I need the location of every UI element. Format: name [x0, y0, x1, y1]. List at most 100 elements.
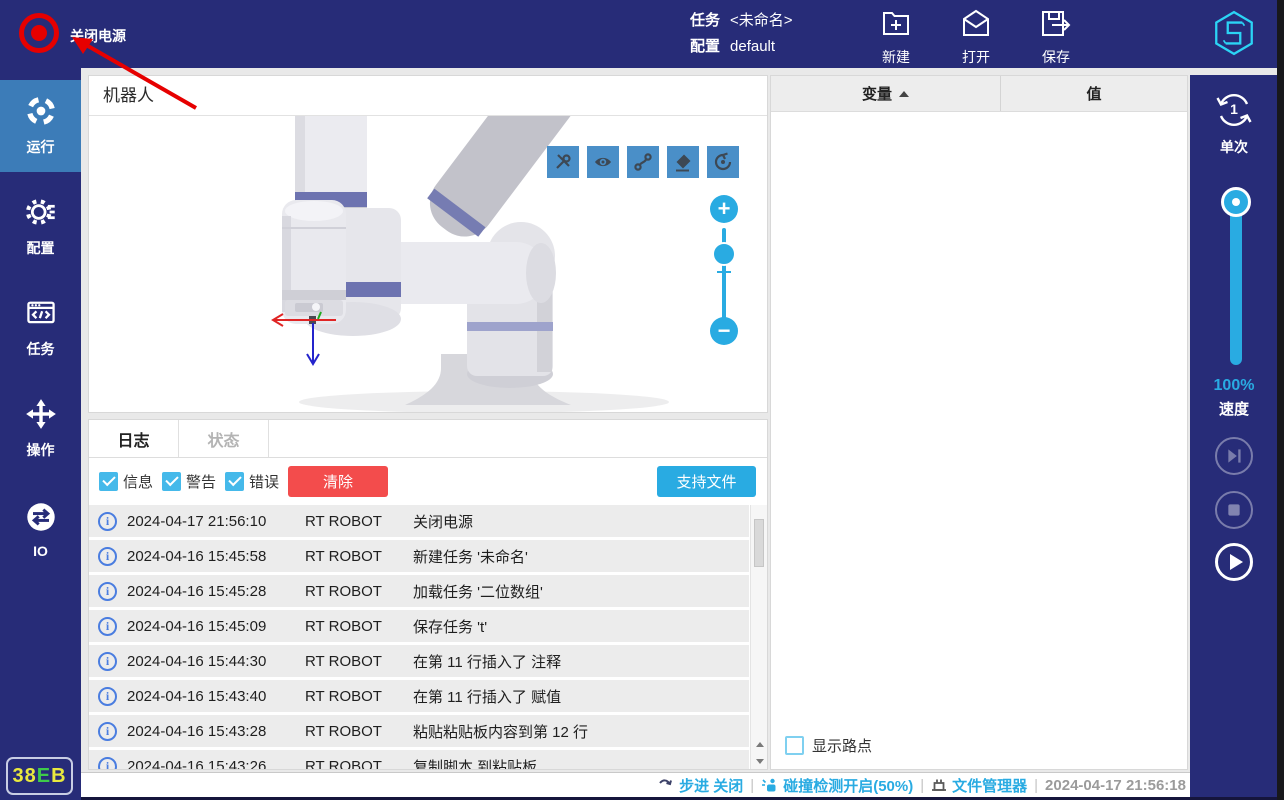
log-message: 在第 11 行插入了 赋值 — [413, 686, 561, 707]
log-source: RT ROBOT — [305, 653, 413, 670]
brand-logo-icon — [1210, 8, 1258, 63]
log-time: 2024-04-16 15:43:40 — [127, 688, 305, 705]
separator: | — [1034, 777, 1038, 794]
window-right-edge — [1277, 0, 1284, 800]
collision-detection-status[interactable]: 碰撞检测开启(50%) — [761, 775, 913, 796]
log-message: 保存任务 't' — [413, 616, 487, 637]
power-button[interactable] — [19, 13, 59, 53]
log-message: 粘贴粘贴板内容到第 12 行 — [413, 721, 588, 742]
play-button[interactable] — [1215, 543, 1253, 581]
sidebar-item-label: 操作 — [27, 440, 55, 460]
zoom-slider-knob[interactable] — [712, 242, 736, 266]
reset-view-button[interactable] — [707, 146, 739, 178]
badge-part-3: B — [51, 765, 66, 788]
task-value: <未命名> — [730, 12, 793, 29]
sidebar-item-label: IO — [33, 543, 48, 559]
save-task-button[interactable]: 保存 — [1038, 6, 1074, 67]
checkbox-checked-icon — [162, 472, 181, 491]
visibility-button[interactable] — [587, 146, 619, 178]
scroll-down-button[interactable] — [751, 753, 767, 769]
status-bar: 步进 关闭 | 碰撞检测开启(50%) | 文件管理器 | 2024-04-17… — [81, 772, 1190, 797]
value-column-label: 值 — [1086, 83, 1101, 104]
path-button[interactable] — [627, 146, 659, 178]
variable-column-header[interactable]: 变量 — [771, 76, 1001, 111]
log-scrollbar[interactable] — [750, 505, 767, 769]
log-message: 复制脚本 到粘贴板 — [413, 756, 537, 770]
info-icon — [98, 757, 117, 770]
new-task-button[interactable]: 新建 — [878, 6, 914, 67]
single-run-mode-button[interactable]: 1 — [1211, 87, 1257, 133]
tab-status[interactable]: 状态 — [179, 420, 269, 457]
config-row: 配置default — [690, 34, 793, 60]
tab-log[interactable]: 日志 — [89, 420, 179, 457]
stop-button[interactable] — [1215, 491, 1253, 529]
info-icon — [98, 582, 117, 601]
support-file-button[interactable]: 支持文件 — [657, 466, 756, 497]
show-waypoints-label: 显示路点 — [812, 735, 872, 756]
move-arrows-icon — [25, 398, 57, 433]
robot-3d-viewport[interactable]: + − — [89, 116, 767, 412]
scrollbar-thumb[interactable] — [754, 519, 764, 567]
log-time: 2024-04-16 15:43:26 — [127, 758, 305, 770]
variable-column-label: 变量 — [862, 83, 892, 104]
filter-warning-checkbox[interactable]: 警告 — [162, 471, 216, 492]
log-time: 2024-04-16 15:45:09 — [127, 618, 305, 635]
log-message: 加载任务 '二位数组' — [413, 581, 543, 602]
status-code-badge[interactable]: 38EB — [6, 757, 73, 795]
power-button-label: 关闭电源 — [70, 26, 126, 46]
sidebar-item-run[interactable]: 运行 — [0, 80, 81, 172]
zoom-out-button[interactable]: − — [710, 317, 738, 345]
wrench-icon — [552, 151, 574, 173]
sidebar-item-config[interactable]: 配置 — [0, 181, 81, 273]
log-row: 2024-04-16 15:45:09 RT ROBOT 保存任务 't' — [89, 610, 749, 642]
open-task-button[interactable]: 打开 — [958, 6, 994, 67]
gear-icon — [25, 196, 57, 231]
scroll-up-button[interactable] — [751, 736, 767, 752]
waypoint-path-icon — [632, 151, 654, 173]
skip-next-icon — [1217, 438, 1251, 474]
tools-button[interactable] — [547, 146, 579, 178]
sidebar-item-label: 配置 — [27, 238, 55, 258]
log-message: 在第 11 行插入了 注释 — [413, 651, 561, 672]
log-list[interactable]: 2024-04-17 21:56:10 RT ROBOT 关闭电源 2024-0… — [89, 505, 767, 769]
filter-error-checkbox[interactable]: 错误 — [225, 471, 279, 492]
log-time: 2024-04-16 15:44:30 — [127, 653, 305, 670]
checkbox-checked-icon — [225, 472, 244, 491]
robot-panel-title: 机器人 — [89, 76, 767, 116]
info-icon — [98, 687, 117, 706]
separator: | — [920, 777, 924, 794]
info-icon — [98, 547, 117, 566]
clear-log-button[interactable]: 清除 — [288, 466, 388, 497]
log-source: RT ROBOT — [305, 583, 413, 600]
log-source: RT ROBOT — [305, 548, 413, 565]
sidebar-item-task[interactable]: 任务 — [0, 282, 81, 374]
filter-info-label: 信息 — [123, 471, 153, 492]
log-source: RT ROBOT — [305, 688, 413, 705]
sidebar-item-jog[interactable]: 操作 — [0, 383, 81, 475]
log-time: 2024-04-16 15:45:28 — [127, 583, 305, 600]
value-column-header[interactable]: 值 — [1001, 76, 1187, 111]
new-folder-icon — [878, 6, 914, 45]
log-row: 2024-04-16 15:45:58 RT ROBOT 新建任务 '未命名' — [89, 540, 749, 572]
step-mode-status[interactable]: 步进 关闭 — [658, 775, 743, 796]
stop-icon — [1217, 492, 1251, 528]
eraser-button[interactable] — [667, 146, 699, 178]
file-manager-button[interactable]: 文件管理器 — [931, 775, 1027, 796]
tab-bar: 日志 状态 — [89, 420, 767, 458]
zoom-in-button[interactable]: + — [710, 195, 738, 223]
sidebar-item-io[interactable]: IO — [0, 484, 81, 576]
log-row: 2024-04-17 21:56:10 RT ROBOT 关闭电源 — [89, 505, 749, 537]
speed-slider-knob[interactable] — [1221, 187, 1251, 217]
open-task-label: 打开 — [962, 47, 990, 67]
step-mode-label: 步进 关闭 — [679, 775, 743, 796]
filter-info-checkbox[interactable]: 信息 — [99, 471, 153, 492]
speed-slider-track[interactable] — [1230, 207, 1242, 365]
single-run-label: 单次 — [1190, 137, 1278, 157]
log-source: RT ROBOT — [305, 513, 413, 530]
step-arrow-icon — [658, 777, 674, 793]
log-row: 2024-04-16 15:44:30 RT ROBOT 在第 11 行插入了 … — [89, 645, 749, 677]
show-waypoints-checkbox[interactable]: 显示路点 — [785, 735, 872, 756]
step-forward-button[interactable] — [1215, 437, 1253, 475]
variables-panel: 变量 值 显示路点 — [770, 75, 1188, 770]
collision-detection-label: 碰撞检测开启(50%) — [783, 775, 913, 796]
